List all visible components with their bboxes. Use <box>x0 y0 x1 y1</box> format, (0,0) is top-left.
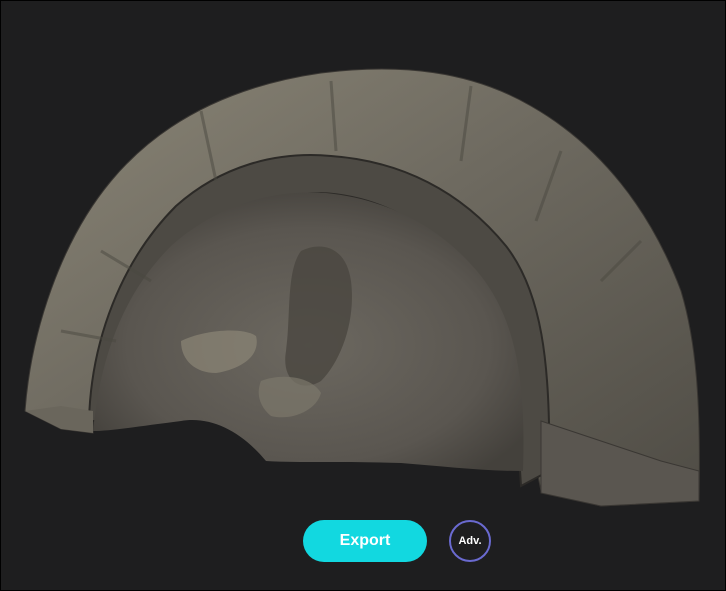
3d-model-viewport[interactable] <box>1 1 725 590</box>
advanced-button[interactable]: Adv. <box>449 520 491 562</box>
model-base-left <box>25 406 93 433</box>
viewer-frame: Export Adv. <box>0 0 726 591</box>
scanned-model[interactable] <box>1 1 725 590</box>
export-button[interactable]: Export <box>303 520 427 562</box>
